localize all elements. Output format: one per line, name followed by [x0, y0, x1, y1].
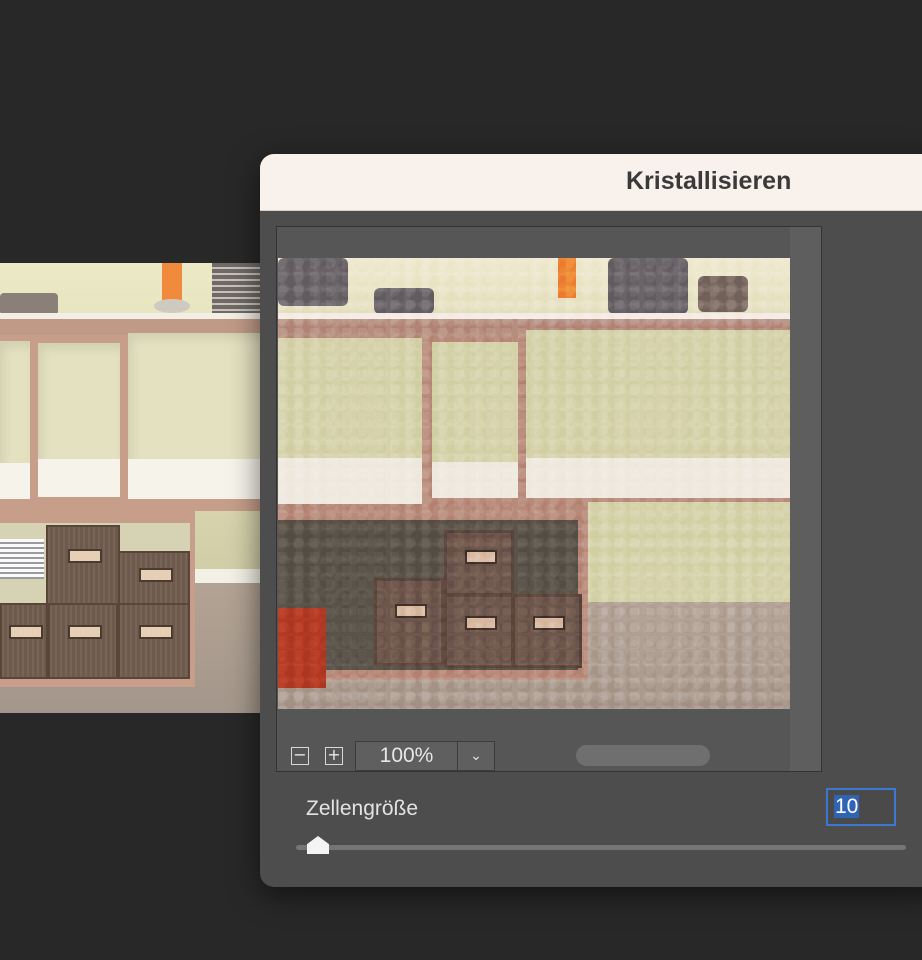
- cell-size-slider[interactable]: [296, 845, 906, 850]
- zoom-in-icon[interactable]: +: [325, 747, 343, 765]
- cell-size-slider-thumb[interactable]: [307, 836, 329, 854]
- canvas-image: [0, 263, 270, 713]
- filter-preview[interactable]: − + 100% ⌄: [276, 226, 822, 772]
- chevron-down-icon[interactable]: ⌄: [457, 741, 495, 771]
- preview-horizontal-scrollbar[interactable]: [576, 745, 710, 766]
- preview-vertical-scrollbar[interactable]: [790, 227, 821, 771]
- preview-image[interactable]: [278, 258, 790, 709]
- cell-size-input[interactable]: 10: [826, 788, 896, 826]
- dialog-title: Kristallisieren: [626, 167, 792, 195]
- dialog-titlebar[interactable]: Kristallisieren: [260, 154, 922, 211]
- zoom-out-icon[interactable]: −: [291, 747, 309, 765]
- zoom-level[interactable]: 100%: [355, 741, 458, 771]
- zoom-bar: − + 100% ⌄: [277, 740, 790, 771]
- cell-size-value[interactable]: 10: [834, 795, 860, 818]
- crystallize-dialog: Kristallisieren − + 100% ⌄ Zellengröße 1…: [260, 154, 922, 887]
- cell-size-label: Zellengröße: [306, 797, 419, 820]
